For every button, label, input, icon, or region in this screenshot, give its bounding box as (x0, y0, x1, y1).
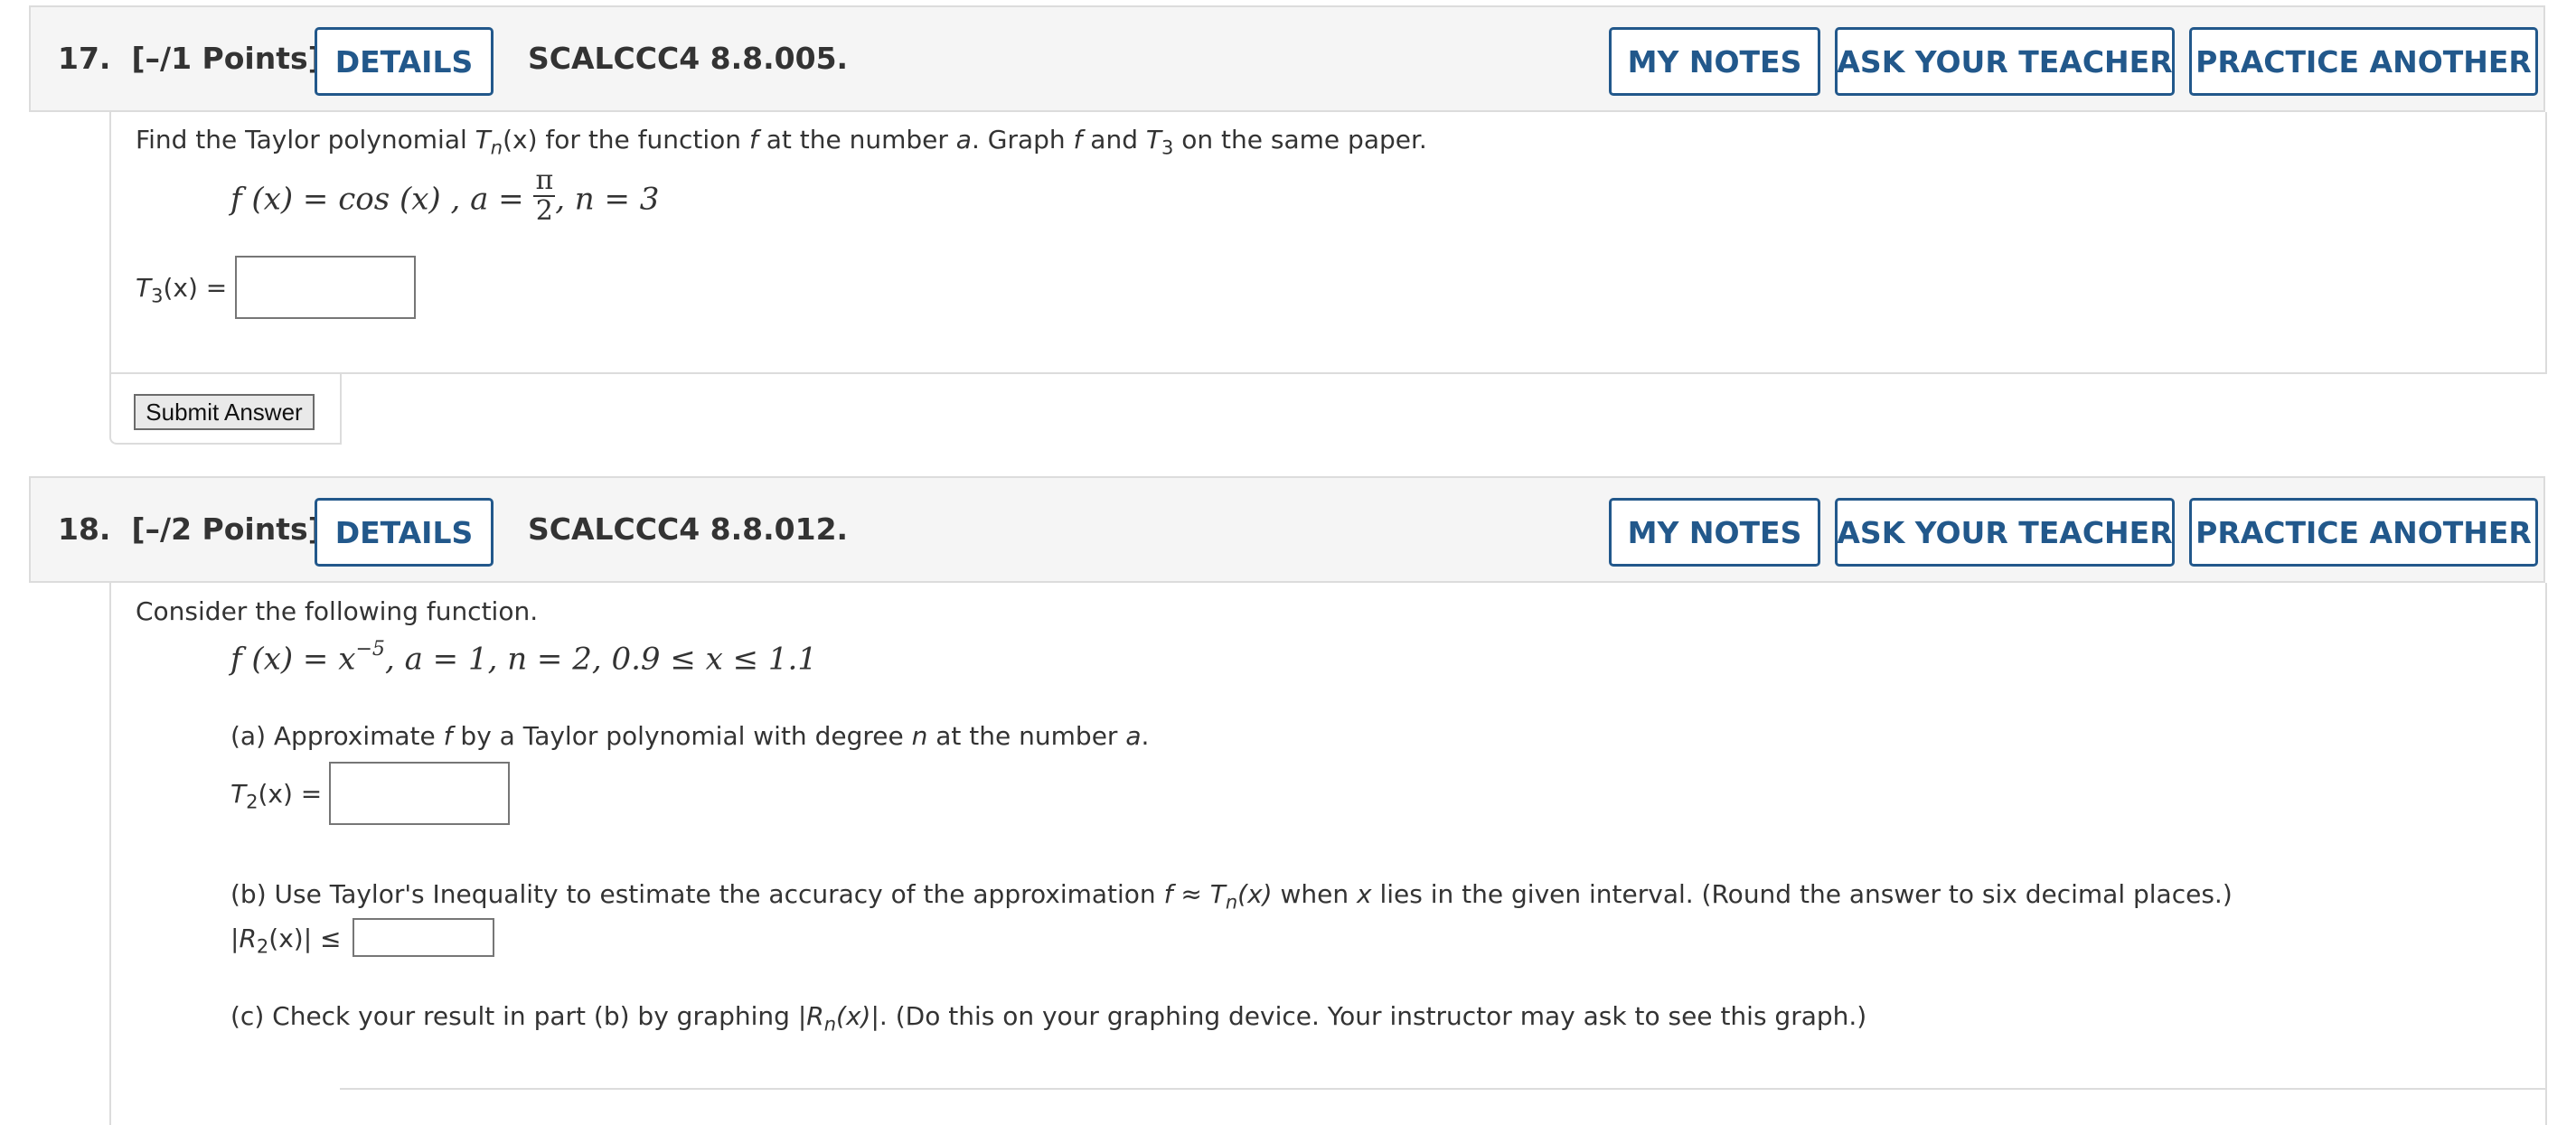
function-formula: f (x) = cos (x) , a = π2, n = 3 (230, 164, 660, 227)
question-points: [–/1 Points] (131, 41, 322, 76)
question-prompt: Find the Taylor polynomial Tn(x) for the… (136, 125, 1427, 159)
question-number: 18. (58, 511, 111, 547)
submit-answer-button[interactable]: Submit Answer (134, 394, 315, 430)
function-formula: f (x) = x−5, a = 1, n = 2, 0.9 ≤ x ≤ 1.1 (230, 637, 817, 678)
answer-label-r2: |R2(x)| ≤ (230, 923, 342, 958)
question-code: SCALCCC4 8.8.005. (528, 41, 849, 76)
my-notes-button[interactable]: MY NOTES (1609, 27, 1820, 96)
answer-label-t2: T2(x) = (230, 779, 323, 813)
part-b-prompt: (b) Use Taylor's Inequality to estimate … (230, 879, 2233, 914)
body-divider (340, 1088, 2547, 1090)
question-points: [–/2 Points] (131, 511, 322, 547)
ask-your-teacher-button[interactable]: ASK YOUR TEACHER (1835, 498, 2175, 567)
part-a-prompt: (a) Approximate f by a Taylor polynomial… (230, 721, 1150, 751)
question-17-title: 17. [–/1 Points] (58, 7, 322, 110)
practice-another-button[interactable]: PRACTICE ANOTHER (2189, 498, 2538, 567)
r2-answer-input[interactable] (353, 918, 494, 957)
question-18-header: 18. [–/2 Points] DETAILS SCALCCC4 8.8.01… (29, 476, 2545, 583)
part-c-prompt: (c) Check your result in part (b) by gra… (230, 1001, 1867, 1036)
question-18-title: 18. [–/2 Points] (58, 478, 322, 581)
details-button[interactable]: DETAILS (315, 498, 494, 567)
t3-answer-input[interactable] (235, 256, 416, 319)
question-code: SCALCCC4 8.8.012. (528, 511, 849, 547)
details-button[interactable]: DETAILS (315, 27, 494, 96)
pi-over-two-fraction: π2 (533, 164, 556, 227)
practice-another-button[interactable]: PRACTICE ANOTHER (2189, 27, 2538, 96)
my-notes-button[interactable]: MY NOTES (1609, 498, 1820, 567)
ask-your-teacher-button[interactable]: ASK YOUR TEACHER (1835, 27, 2175, 96)
question-17-header: 17. [–/1 Points] DETAILS SCALCCC4 8.8.00… (29, 5, 2545, 112)
answer-label-t3: T3(x) = (136, 273, 228, 307)
t2-answer-input[interactable] (329, 762, 510, 825)
question-intro: Consider the following function. (136, 596, 539, 626)
question-number: 17. (58, 41, 111, 76)
